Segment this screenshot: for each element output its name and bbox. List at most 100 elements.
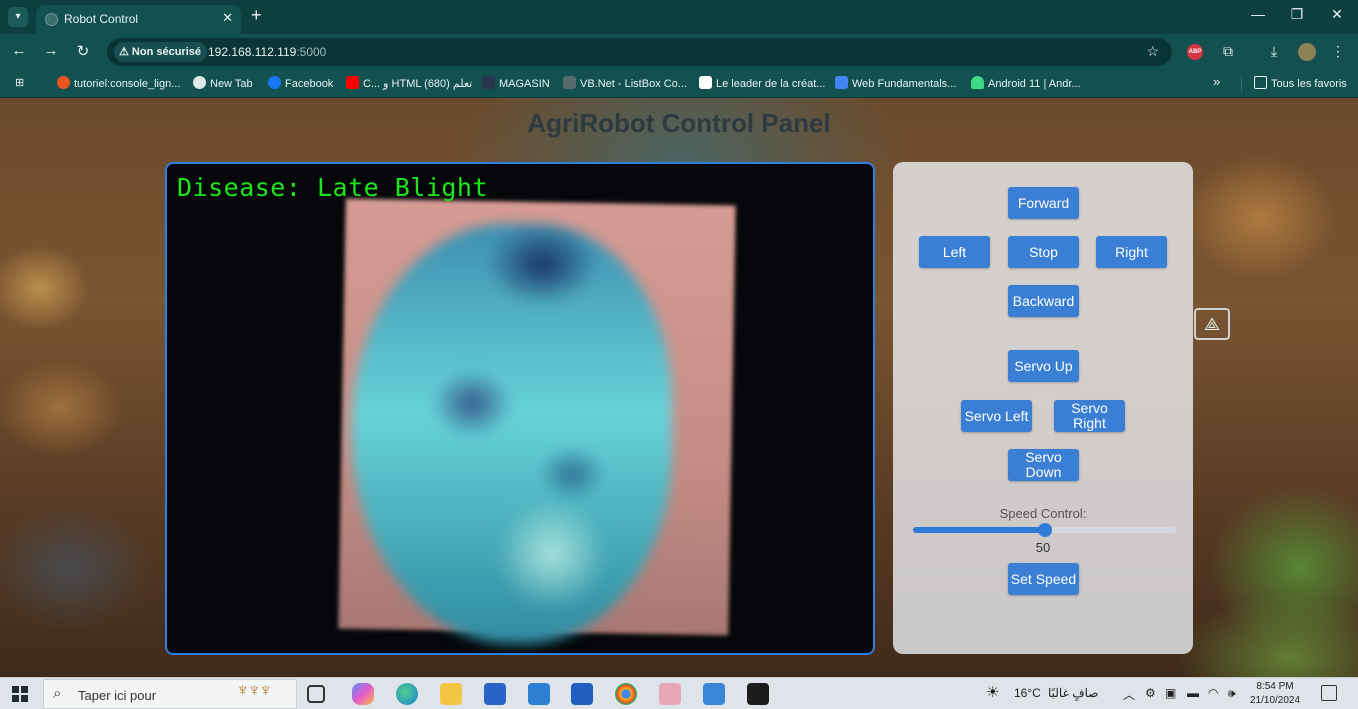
url-text[interactable]: 192.168.112.119:5000 (208, 45, 326, 59)
speed-slider-fill (913, 527, 1045, 533)
set-speed-button[interactable]: Set Speed (1008, 563, 1079, 595)
backward-button[interactable]: Backward (1008, 285, 1079, 317)
right-button[interactable]: Right (1096, 236, 1167, 268)
youtube-icon (346, 76, 359, 89)
profile-avatar[interactable] (1298, 43, 1316, 61)
copilot-icon[interactable] (352, 683, 374, 705)
store-logo-icon (482, 76, 495, 89)
address-bar[interactable]: ⚠ Non sécurisé 192.168.112.119:5000 ☆ (107, 38, 1172, 66)
volume-icon[interactable]: 🕪 (1228, 686, 1236, 701)
file-explorer-icon[interactable] (440, 683, 462, 705)
store-icon[interactable] (484, 683, 506, 705)
globe-icon (45, 13, 58, 26)
speed-slider-thumb[interactable] (1038, 523, 1052, 537)
minimize-button[interactable]: — (1248, 6, 1268, 22)
page-title: AgriRobot Control Panel (527, 108, 831, 138)
tray-chevron-up-icon[interactable]: ︿ (1123, 686, 1135, 703)
url-host: 192.168.112.119 (208, 45, 297, 59)
bookmark-item[interactable]: tutoriel:console_lign... (57, 76, 180, 90)
feed-leaf-image (352, 224, 672, 644)
servo-left-button[interactable]: Servo Left (961, 400, 1032, 432)
terminal-icon[interactable] (747, 683, 769, 705)
reload-button[interactable]: ↻ (73, 42, 93, 60)
security-chip[interactable]: ⚠ Non sécurisé (114, 42, 208, 62)
bookmark-star-icon[interactable]: ☆ (1146, 43, 1159, 60)
bookmark-label: C... و HTML تعلم (680) (363, 78, 473, 90)
folder-icon (1254, 76, 1267, 89)
tab-close-button[interactable]: ✕ (222, 10, 233, 26)
bookmark-item[interactable]: Le leader de la créat... (699, 76, 825, 90)
windows-taskbar: ⌕ Taper ici pour ♆♆♆ ☀ 16°C صافٍ غالبًا … (0, 677, 1358, 709)
bookmark-item[interactable]: VB.Net - ListBox Co... (563, 76, 687, 90)
bookmark-label: Facebook (285, 78, 334, 90)
bookmark-item[interactable]: New Tab (193, 76, 253, 90)
clock-time: 8:54 PM (1256, 681, 1294, 692)
facebook-icon (268, 76, 281, 89)
meet-now-icon[interactable]: ▣ (1165, 686, 1176, 700)
back-button[interactable]: ← (9, 42, 29, 59)
notification-icon[interactable] (1321, 685, 1337, 701)
all-bookmarks-label: Tous les favoris (1271, 78, 1347, 90)
download-icon[interactable]: ⤓ (1265, 43, 1283, 60)
paint-icon[interactable] (703, 683, 725, 705)
android-icon (971, 76, 984, 89)
stop-button[interactable]: Stop (1008, 236, 1079, 268)
servo-right-button[interactable]: Servo Right (1054, 400, 1125, 432)
apps-grid-icon[interactable]: ⊞ (15, 76, 24, 89)
browser-tab-bar: ▾ Robot Control ✕ + — ❐ ✕ (0, 0, 1358, 34)
search-icon: ⌕ (53, 685, 62, 702)
taskbar-clock[interactable]: 8:54 PM 21/10/2024 (1250, 680, 1300, 708)
tech-overlay-icon: ⟁ (1194, 308, 1230, 340)
control-panel: Forward Left Stop Right Backward Servo U… (893, 162, 1193, 654)
extensions-icon[interactable]: ⧉ (1219, 43, 1237, 60)
tab-search-button[interactable]: ▾ (8, 7, 28, 27)
bookmark-label: Le leader de la créat... (716, 78, 826, 90)
close-window-button[interactable]: ✕ (1327, 6, 1347, 23)
word-icon[interactable] (571, 683, 593, 705)
task-view-icon[interactable] (307, 685, 325, 703)
speed-slider[interactable] (913, 523, 1177, 537)
servo-up-button[interactable]: Servo Up (1008, 350, 1079, 382)
globe-icon (193, 76, 206, 89)
battery-icon[interactable]: ▬ (1187, 686, 1199, 700)
bookmark-item[interactable]: MAGASIN (482, 76, 550, 90)
maximize-button[interactable]: ❐ (1287, 6, 1307, 23)
windows-start-button[interactable] (12, 686, 28, 702)
mail-icon[interactable] (528, 683, 550, 705)
wifi-icon[interactable]: ◠ (1208, 686, 1218, 700)
edge-icon[interactable] (396, 683, 418, 705)
snipping-tool-icon[interactable] (659, 683, 681, 705)
bookmarks-overflow-button[interactable]: » (1213, 74, 1220, 89)
tab-robot-control[interactable]: Robot Control ✕ (36, 5, 241, 34)
taskbar-search-box[interactable]: ⌕ Taper ici pour ♆♆♆ (43, 679, 297, 709)
bookmark-label: Android 11 | Andr... (988, 78, 1081, 90)
bookmarks-bar: ⊞ tutoriel:console_lign... New Tab Faceb… (0, 70, 1358, 98)
vbnet-icon (563, 76, 576, 89)
weather-temp[interactable]: 16°C (1014, 686, 1041, 700)
bookmark-item[interactable]: Facebook (268, 76, 333, 90)
url-port: :5000 (296, 45, 327, 59)
bookmark-item[interactable]: Android 11 | Andr... (971, 76, 1081, 90)
adblock-extension-icon[interactable]: ABP (1187, 44, 1203, 60)
bookmark-item[interactable]: C... و HTML تعلم (680) (346, 76, 472, 90)
forward-button[interactable]: → (41, 42, 61, 59)
bookmark-label: VB.Net - ListBox Co... (580, 78, 687, 90)
speed-control-label: Speed Control: (999, 506, 1087, 521)
weather-icon[interactable]: ☀ (986, 683, 999, 701)
divider (1241, 77, 1242, 92)
tray-app-icon[interactable]: ⚙ (1145, 686, 1156, 700)
forward-button[interactable]: Forward (1008, 187, 1079, 219)
bookmark-label: New Tab (210, 78, 253, 90)
browser-toolbar: ← → ↻ ⚠ Non sécurisé 192.168.112.119:500… (0, 34, 1358, 70)
disease-detection-label: Disease: Late Blight (177, 173, 489, 202)
left-button[interactable]: Left (919, 236, 990, 268)
page-content: AgriRobot Control Panel Disease: Late Bl… (0, 98, 1358, 677)
new-tab-button[interactable]: + (251, 5, 262, 26)
ubuntu-icon (57, 76, 70, 89)
weather-text[interactable]: صافٍ غالبًا (1048, 686, 1098, 700)
chrome-icon[interactable] (615, 683, 637, 705)
servo-down-button[interactable]: Servo Down (1008, 449, 1079, 481)
menu-kebab-icon[interactable]: ⋮ (1329, 43, 1347, 60)
all-bookmarks-button[interactable]: Tous les favoris (1254, 76, 1347, 90)
bookmark-item[interactable]: Web Fundamentals... (835, 76, 956, 90)
